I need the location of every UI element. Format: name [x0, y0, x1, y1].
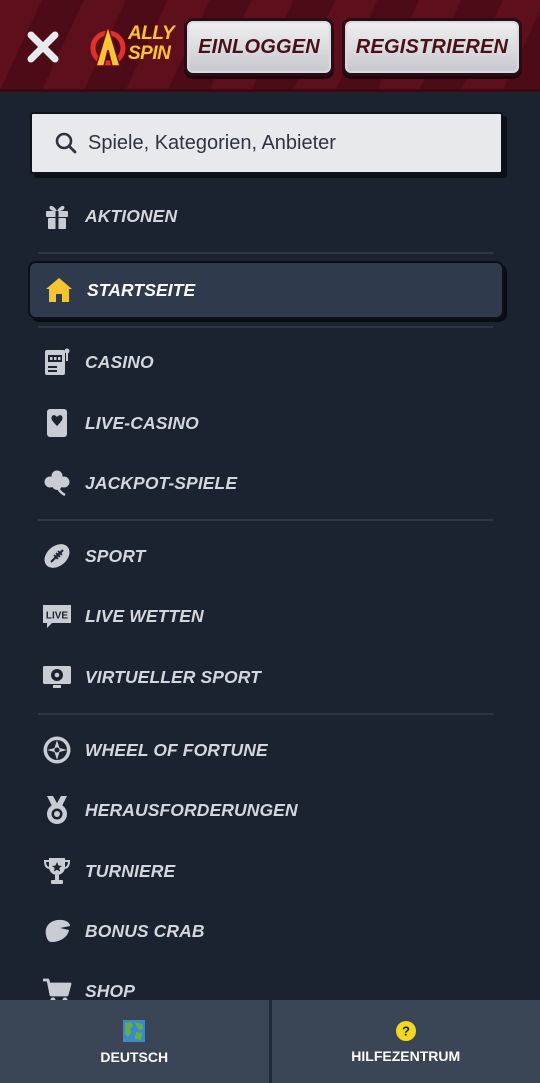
menu-item-label: TURNIERE: [85, 860, 176, 881]
search-icon: [55, 132, 77, 154]
top-header: ALLY SPIN EINLOGGEN REGISTRIEREN: [0, 0, 540, 92]
menu-item-label: LIVE WETTEN: [85, 605, 204, 626]
login-button[interactable]: EINLOGGEN: [184, 18, 334, 76]
help-icon-glyph: ?: [402, 1023, 410, 1038]
crab-claw-icon: [42, 916, 72, 946]
menu-item-label: SHOP: [85, 980, 135, 1001]
divider: [38, 252, 493, 254]
menu-item-label: SPORT: [85, 545, 146, 566]
menu-item-sport[interactable]: SPORT: [28, 528, 504, 584]
menu-item-turniere[interactable]: TURNIERE: [28, 843, 504, 899]
menu-item-live-wetten[interactable]: LIVE LIVE WETTEN: [28, 588, 504, 644]
help-center-button[interactable]: ? HILFEZENTRUM: [268, 1000, 540, 1083]
search-bar[interactable]: [30, 112, 503, 174]
wheel-icon: [42, 735, 72, 765]
menu-item-label: VIRTUELLER SPORT: [85, 666, 261, 687]
menu-item-wheel-of-fortune[interactable]: WHEEL OF FORTUNE: [28, 722, 504, 778]
help-center-label: HILFEZENTRUM: [351, 1047, 461, 1064]
menu-item-label: CASINO: [85, 351, 154, 372]
clover-icon: [42, 468, 72, 498]
live-badge-text: LIVE: [46, 611, 69, 622]
menu-item-bonus-crab[interactable]: BONUS CRAB: [28, 903, 504, 959]
logo-text-top: ALLY: [128, 23, 175, 44]
medal-icon: [42, 795, 72, 825]
menu-item-startseite[interactable]: STARTSEITE: [28, 261, 504, 319]
logo-text-bottom: SPIN: [128, 43, 171, 64]
football-icon: [42, 541, 72, 571]
menu-item-aktionen[interactable]: AKTIONEN: [28, 188, 504, 244]
divider: [38, 519, 493, 521]
close-menu-button[interactable]: [22, 26, 64, 68]
language-selector[interactable]: DEUTSCH: [0, 1000, 269, 1083]
ally-spin-logo[interactable]: ALLY SPIN: [90, 20, 175, 72]
register-button[interactable]: REGISTRIEREN: [342, 18, 522, 76]
globe-icon: [123, 1019, 146, 1042]
menu-item-casino[interactable]: CASINO: [28, 334, 504, 390]
menu-item-label: LIVE-CASINO: [85, 412, 199, 433]
divider: [38, 713, 493, 715]
logo-emblem-icon: [90, 23, 126, 67]
close-icon: [27, 31, 59, 63]
home-icon: [44, 275, 74, 305]
playing-card-icon: [42, 408, 72, 438]
trophy-icon: [42, 856, 72, 886]
language-label: DEUTSCH: [100, 1048, 169, 1065]
gift-icon: [42, 201, 72, 231]
menu-item-label: JACKPOT-SPIELE: [85, 472, 238, 493]
menu-item-label: HERAUSFORDERUNGEN: [85, 799, 298, 820]
menu-item-label: WHEEL OF FORTUNE: [85, 739, 268, 760]
menu-item-virtueller-sport[interactable]: VIRTUELLER SPORT: [28, 649, 504, 705]
menu-item-herausforderungen[interactable]: HERAUSFORDERUNGEN: [28, 782, 504, 838]
menu-item-label: BONUS CRAB: [85, 920, 205, 941]
monitor-ball-icon: [42, 662, 72, 692]
live-icon: LIVE: [42, 601, 72, 631]
help-icon: ?: [395, 1020, 416, 1041]
slot-machine-icon: [42, 347, 72, 377]
divider: [38, 326, 493, 328]
menu-item-live-casino[interactable]: LIVE-CASINO: [28, 395, 504, 451]
menu-item-jackpot-spiele[interactable]: JACKPOT-SPIELE: [28, 455, 504, 511]
search-input[interactable]: [88, 123, 488, 163]
menu-item-label: STARTSEITE: [87, 279, 196, 300]
bottom-bar: DEUTSCH ? HILFEZENTRUM: [0, 1000, 540, 1083]
menu-item-label: AKTIONEN: [85, 205, 178, 226]
